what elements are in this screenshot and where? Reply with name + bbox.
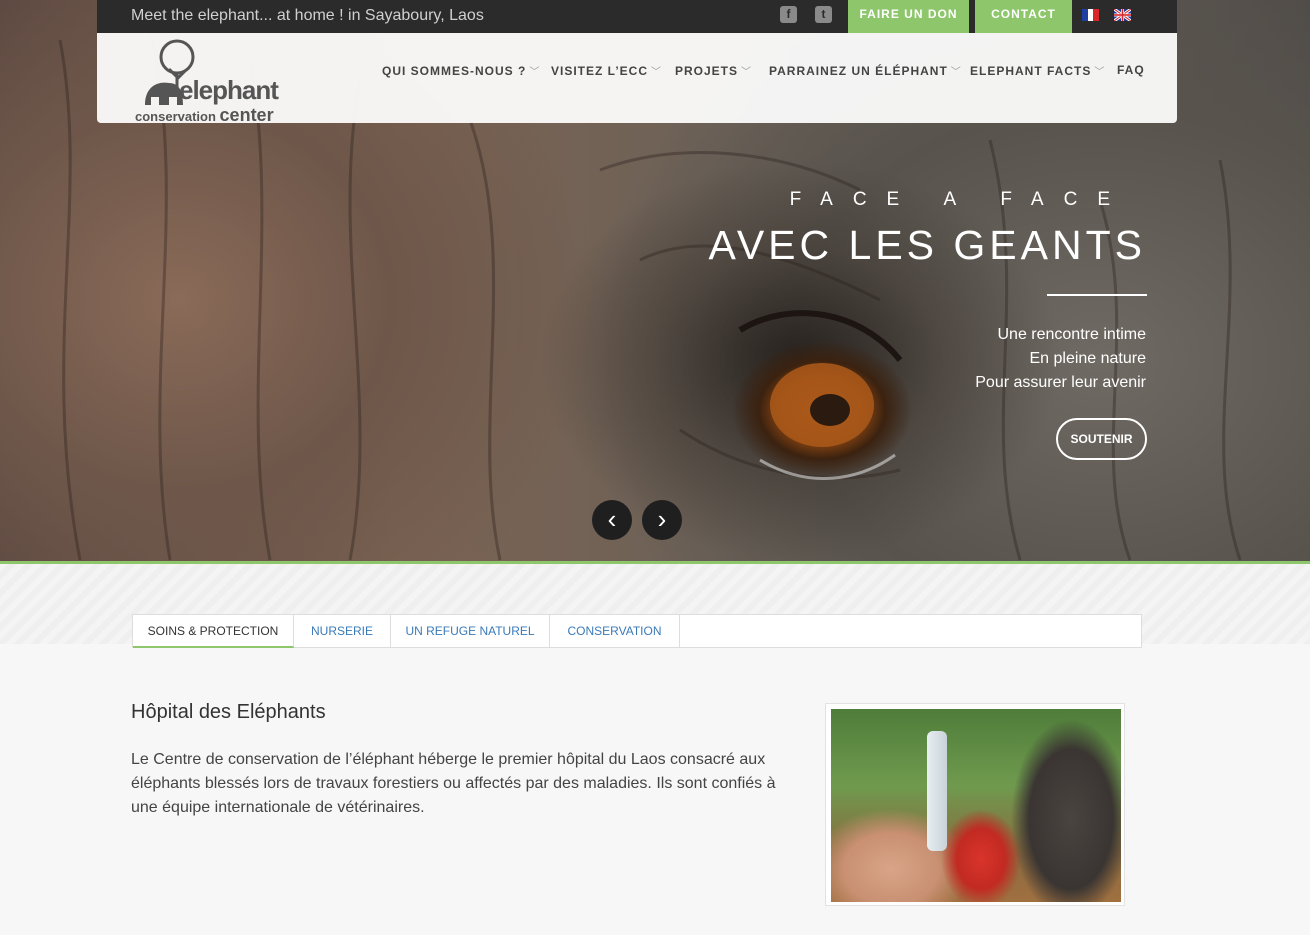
nav-item-projets[interactable]: PROJETS ﹀: [675, 63, 752, 78]
facebook-icon[interactable]: f: [780, 6, 797, 23]
flag-uk-icon[interactable]: [1113, 7, 1132, 23]
tab-un-refuge-naturel[interactable]: UN REFUGE NATUREL: [391, 615, 550, 647]
faire-un-don-button[interactable]: FAIRE UN DON: [848, 0, 969, 33]
slider-prev-button[interactable]: ‹: [592, 500, 632, 540]
nav-item-label: FAQ: [1117, 63, 1145, 77]
nav-item-label: PARRAINEZ UN ÉLÉPHANT: [769, 64, 948, 78]
chevron-down-icon: ﹀: [529, 67, 541, 78]
chevron-down-icon: ﹀: [1094, 67, 1106, 78]
flag-fr-icon[interactable]: [1082, 8, 1099, 21]
chevron-down-icon: ﹀: [950, 67, 962, 78]
top-bar: Meet the elephant... at home ! in Sayabo…: [97, 0, 1177, 33]
nav-item-label: QUI SOMMES-NOUS ?: [382, 64, 527, 78]
site-logo[interactable]: elephant conservation center: [135, 37, 285, 125]
hero-line-2: En pleine nature: [1029, 350, 1146, 367]
hero-line-3: Pour assurer leur avenir: [975, 374, 1146, 391]
hero-line-1: Une rencontre intime: [997, 326, 1146, 343]
nav-item-elephant-facts[interactable]: ELEPHANT FACTS ﹀: [970, 63, 1105, 78]
tab-nurserie[interactable]: NURSERIE: [294, 615, 391, 647]
tab-soins-protection[interactable]: SOINS & PROTECTION: [133, 615, 294, 648]
twitter-icon[interactable]: t: [815, 6, 832, 23]
hero-title: AVEC LES GEANTS: [708, 222, 1146, 268]
logo-text-center: center: [219, 105, 274, 125]
section-text: Le Centre de conservation de l’éléphant …: [131, 751, 776, 816]
syringe-shape: [927, 731, 947, 851]
nav-item-faq[interactable]: FAQ: [1117, 63, 1145, 77]
hero-divider: [1047, 294, 1147, 296]
hospital-photo: [825, 703, 1125, 906]
soutenir-button[interactable]: SOUTENIR: [1056, 418, 1147, 460]
logo-text-conservation-center: conservation center: [135, 105, 274, 126]
nav-item-qui-sommes-nous[interactable]: QUI SOMMES-NOUS ? ﹀: [382, 63, 540, 78]
nav-item-label: VISITEZ L’ECC: [551, 64, 649, 78]
nav-item-visitez-ecc[interactable]: VISITEZ L’ECC ﹀: [551, 63, 662, 78]
chevron-left-icon: ‹: [607, 504, 617, 534]
veterinary-photo-image: [831, 709, 1121, 902]
contact-button[interactable]: CONTACT: [975, 0, 1072, 33]
logo-text-elephant: elephant: [179, 75, 279, 105]
main-navbar: elephant conservation center QUI SOMMES-…: [97, 33, 1177, 125]
slider-next-button[interactable]: ›: [642, 500, 682, 540]
nav-item-parrainez[interactable]: PARRAINEZ UN ÉLÉPHANT ﹀: [769, 63, 962, 78]
section-title: Hôpital des Eléphants: [131, 701, 326, 723]
nav-item-label: ELEPHANT FACTS: [970, 64, 1092, 78]
hero-subtitle: FACE A FACE: [789, 189, 1130, 210]
tab-conservation[interactable]: CONSERVATION: [550, 615, 680, 647]
chevron-right-icon: ›: [657, 504, 667, 534]
chevron-down-icon: ﹀: [741, 67, 753, 78]
nav-item-label: PROJETS: [675, 64, 739, 78]
chevron-down-icon: ﹀: [651, 67, 663, 78]
site-tagline: Meet the elephant... at home ! in Sayabo…: [131, 7, 484, 24]
logo-text-conservation: conservation: [135, 109, 216, 124]
tab-bar: SOINS & PROTECTION NURSERIE UN REFUGE NA…: [132, 614, 1142, 648]
